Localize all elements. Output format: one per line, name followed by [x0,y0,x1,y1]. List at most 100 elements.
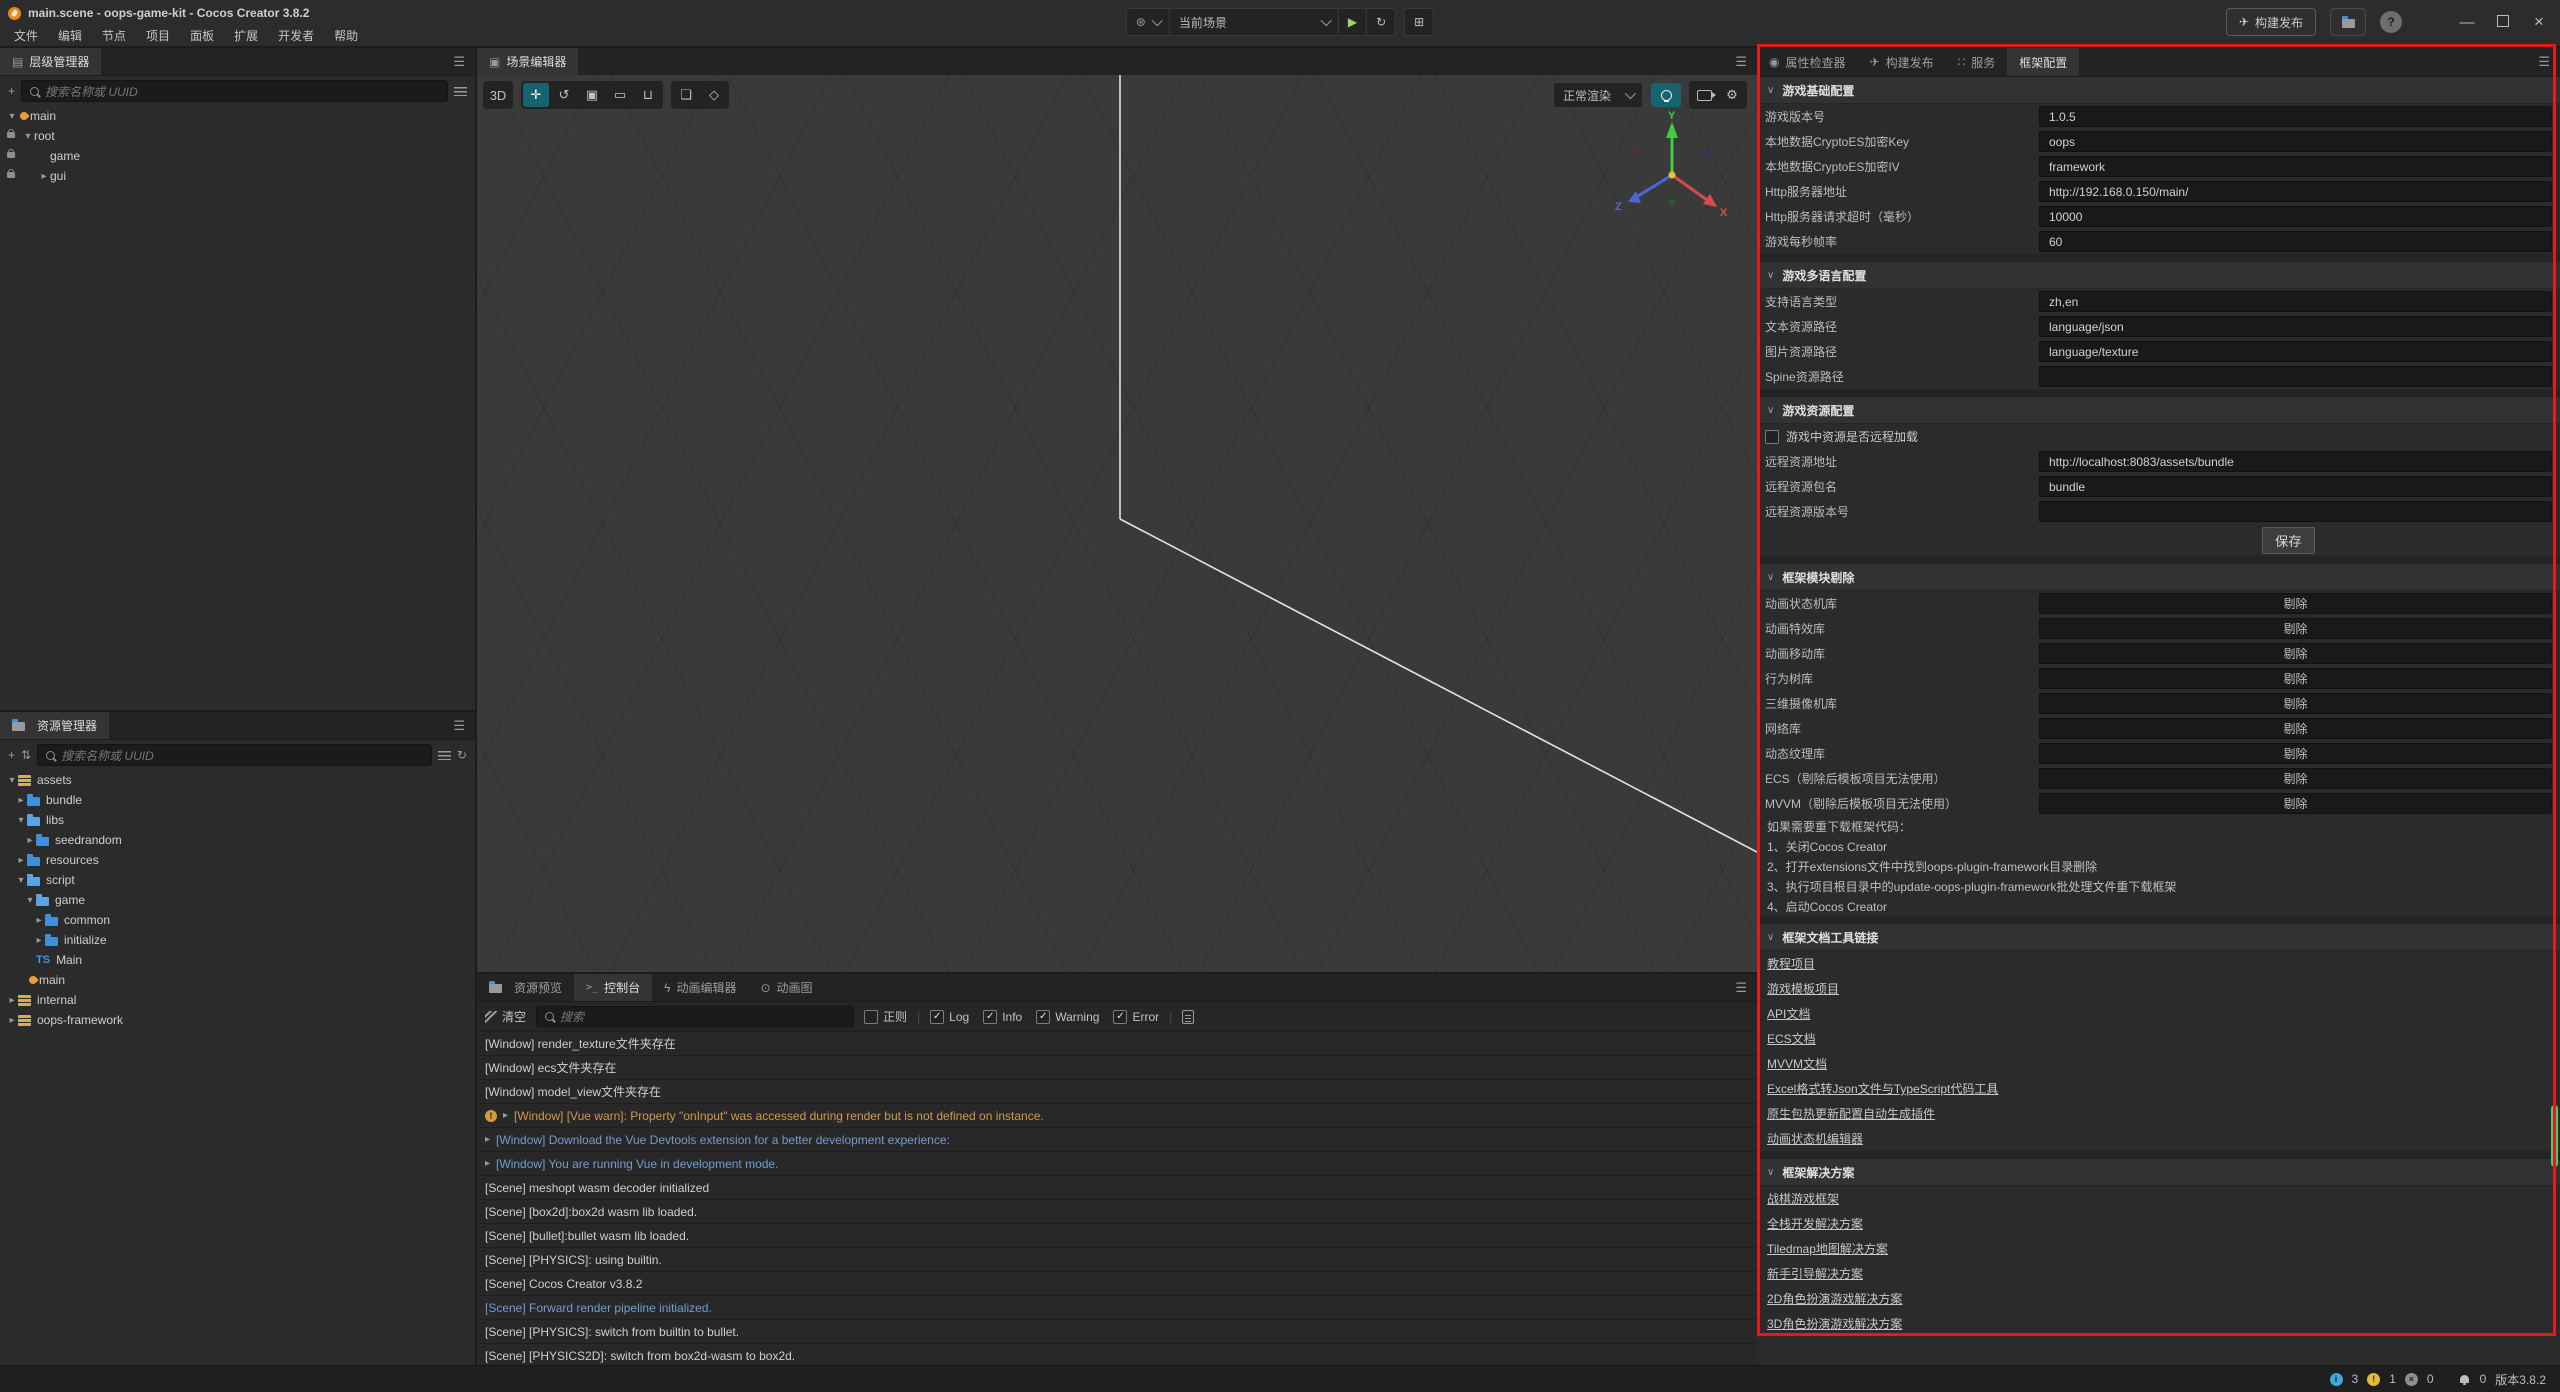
assets-search-input[interactable]: 搜索名称或 UUID [37,744,432,766]
toggle-3d-button[interactable]: 3D [485,83,511,107]
pivot-button[interactable]: ❏ [673,83,699,107]
log-row[interactable]: [Scene] Cocos Creator v3.8.2 [477,1272,1757,1296]
field-input[interactable] [2039,366,2552,387]
clear-console-button[interactable]: 清空 [485,1008,526,1025]
filter-icon[interactable] [454,87,467,96]
expander-icon[interactable]: ▾ [6,111,18,122]
scene-select[interactable]: 当前场景 [1170,9,1339,35]
field-input[interactable]: 60 [2039,231,2552,252]
field-input[interactable]: 1.0.5 [2039,106,2552,127]
trim-button[interactable]: 剔除 [2039,743,2552,764]
trim-button[interactable]: 剔除 [2039,768,2552,789]
field-input[interactable]: http://192.168.0.150/main/ [2039,181,2552,202]
tree-row-root[interactable]: ▾root [0,126,475,146]
log-row[interactable]: [Window] model_view文件夹存在 [477,1080,1757,1104]
tab-asset-preview[interactable]: 资源预览 [477,974,574,1001]
log-row[interactable]: ▸[Window] Download the Vue Devtools exte… [477,1128,1757,1152]
section-header-游戏基础配置[interactable]: ∨游戏基础配置 [1757,77,2560,104]
tree-row-seedrandom[interactable]: ▸seedrandom [0,830,475,850]
tree-row-internal[interactable]: ▸internal [0,990,475,1010]
expander-icon[interactable]: ▸ [15,855,27,866]
tree-row-game[interactable]: ▾game [0,890,475,910]
platform-select[interactable]: ⊛ [1127,9,1170,35]
field-input[interactable]: language/json [2039,316,2552,337]
tree-row-script[interactable]: ▾script [0,870,475,890]
regex-checkbox[interactable]: ✓ 正则 [864,1008,907,1025]
expander-icon[interactable]: ▸ [6,995,18,1006]
trim-button[interactable]: 剔除 [2039,793,2552,814]
open-project-folder-button[interactable] [2330,8,2366,36]
filter-Log[interactable]: ✓Log [930,1010,969,1024]
expander-icon[interactable]: ▾ [6,775,18,786]
layout-button[interactable]: ⊞ [1405,9,1433,35]
menu-item-帮助[interactable]: 帮助 [324,27,368,44]
tab-animation-editor[interactable]: ϟ 动画编辑器 [652,974,748,1001]
link-3D角色扮演游戏解决方案[interactable]: 3D角色扮演游戏解决方案 [1767,1315,1902,1332]
trim-button[interactable]: 剔除 [2039,668,2552,689]
sort-icon[interactable]: ⇅ [21,748,31,762]
collapse-log-icon[interactable] [1182,1010,1194,1024]
trim-button[interactable]: 剔除 [2039,693,2552,714]
checkbox-icon[interactable]: ✓ [1765,430,1779,444]
link-战棋游戏框架[interactable]: 战棋游戏框架 [1767,1190,1839,1207]
tree-row-bundle[interactable]: ▸bundle [0,790,475,810]
tab-framework-config[interactable]: 框架配置 [2007,48,2079,76]
add-node-button[interactable]: + [8,84,15,98]
scene-tab[interactable]: ▣ 场景编辑器 [477,48,578,75]
menu-item-文件[interactable]: 文件 [4,27,48,44]
section-header-游戏多语言配置[interactable]: ∨游戏多语言配置 [1757,262,2560,289]
field-input[interactable] [2039,501,2552,522]
filter-Error[interactable]: ✓Error [1113,1010,1159,1024]
coordinate-button[interactable]: ◇ [701,83,727,107]
play-button[interactable]: ▶ [1339,9,1367,35]
filter-Warning[interactable]: ✓Warning [1036,1010,1099,1024]
log-row[interactable]: [Window] render_texture文件夹存在 [477,1032,1757,1056]
warning-icon[interactable]: ! [2367,1373,2380,1386]
link-API文档[interactable]: API文档 [1767,1005,1810,1022]
hierarchy-menu-button[interactable]: ☰ [443,48,475,75]
link-MVVM文档[interactable]: MVVM文档 [1767,1055,1827,1072]
section-header-框架模块剔除[interactable]: ∨框架模块剔除 [1757,564,2560,591]
section-header-游戏资源配置[interactable]: ∨游戏资源配置 [1757,397,2560,424]
expander-icon[interactable]: ▸ [38,171,50,182]
link-原生包热更新配置自动生成插件[interactable]: 原生包热更新配置自动生成插件 [1767,1105,1935,1122]
trim-button[interactable]: 剔除 [2039,718,2552,739]
save-button[interactable]: 保存 [2262,527,2315,554]
field-input[interactable]: bundle [2039,476,2552,497]
menu-item-面板[interactable]: 面板 [180,27,224,44]
maximize-button[interactable] [2492,14,2514,31]
close-button[interactable]: × [2528,12,2550,32]
link-新手引导解决方案[interactable]: 新手引导解决方案 [1767,1265,1863,1282]
tree-row-libs[interactable]: ▾libs [0,810,475,830]
add-asset-button[interactable]: + [8,748,15,762]
lighting-toggle-button[interactable] [1651,83,1681,107]
tab-services[interactable]: ∷ 服务 [1946,48,2008,76]
camera-button[interactable] [1691,83,1717,107]
link-Tiledmap地图解决方案[interactable]: Tiledmap地图解决方案 [1767,1240,1888,1257]
log-row[interactable]: [Scene] [PHYSICS2D]: switch from box2d-w… [477,1344,1757,1365]
link-2D角色扮演游戏解决方案[interactable]: 2D角色扮演游戏解决方案 [1767,1290,1902,1307]
filter-Info[interactable]: ✓Info [983,1010,1022,1024]
log-row[interactable]: !▸[Window] [Vue warn]: Property "onInput… [477,1104,1757,1128]
log-row[interactable]: [Scene] [PHYSICS]: switch from builtin t… [477,1320,1757,1344]
expander-icon[interactable]: ▾ [15,815,27,826]
link-游戏模板项目[interactable]: 游戏模板项目 [1767,980,1839,997]
section-header-框架文档工具链接[interactable]: ∨框架文档工具链接 [1757,924,2560,951]
build-publish-button[interactable]: ✈ 构建发布 [2226,8,2316,36]
log-row[interactable]: [Scene] meshopt wasm decoder initialized [477,1176,1757,1200]
tree-row-resources[interactable]: ▸resources [0,850,475,870]
trim-button[interactable]: 剔除 [2039,618,2552,639]
tab-build-publish[interactable]: ✈ 构建发布 [1858,48,1946,76]
rect-tool-button[interactable]: ▭ [607,83,633,107]
assets-tab[interactable]: 资源管理器 [0,712,109,739]
field-input[interactable]: 10000 [2039,206,2552,227]
tree-row-gui[interactable]: ▸gui [0,166,475,186]
field-input[interactable]: language/texture [2039,341,2552,362]
tree-row-Main[interactable]: TSMain [0,950,475,970]
expander-icon[interactable]: ▸ [6,1015,18,1026]
log-row[interactable]: [Scene] Forward render pipeline initiali… [477,1296,1757,1320]
move-tool-button[interactable]: ✛ [523,83,549,107]
log-expander-icon[interactable]: ▸ [485,1134,490,1145]
expander-icon[interactable]: ▾ [15,875,27,886]
minimize-button[interactable]: — [2456,14,2478,31]
